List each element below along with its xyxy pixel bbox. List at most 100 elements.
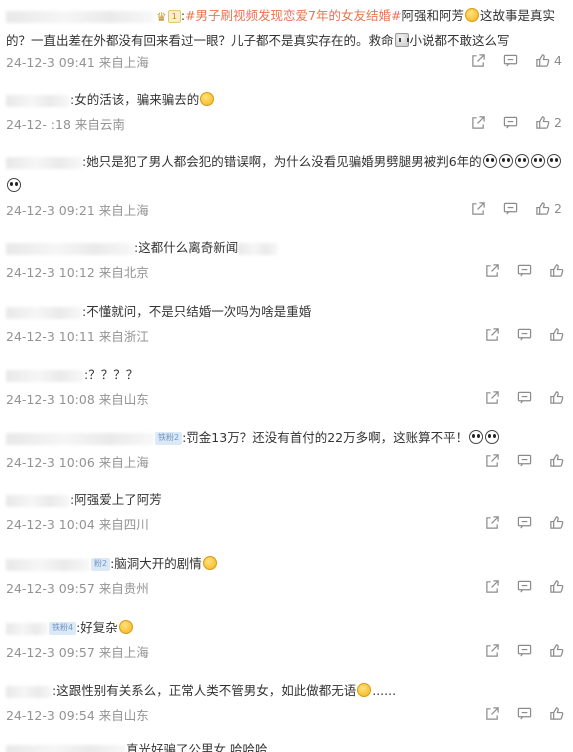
comment-text: 真光好骗了公里女 哈哈哈 — [0, 738, 573, 752]
comment-text: :她只是犯了男人都会犯的错误啊，为什么没看见骗婚男劈腿男被判6年的 — [0, 150, 573, 198]
comment-meta: 24-12- :18 来自云南 — [6, 117, 125, 132]
comment-actions: 2 — [470, 114, 562, 130]
username-blurred[interactable] — [6, 494, 70, 507]
like-icon[interactable] — [548, 642, 564, 658]
comment-item: ♛ 1:#男子刷视频发现恋爱7年的女友结婚#阿强和阿芳 这故事是真实的？一直出差在外… — [0, 0, 573, 70]
share-icon[interactable] — [484, 262, 500, 278]
username-blurred[interactable] — [6, 685, 52, 698]
comment-meta: 24-12-3 10:08 来自山东 — [6, 392, 149, 407]
share-icon[interactable] — [484, 578, 500, 594]
topic-link[interactable]: #男子刷视频发现恋爱7年的女友结婚# — [185, 8, 401, 23]
comment-icon[interactable] — [516, 578, 532, 594]
like-count: 4 — [554, 52, 562, 68]
like-icon[interactable] — [548, 452, 564, 468]
scared-emoji — [118, 620, 133, 634]
share-icon[interactable] — [470, 200, 486, 216]
like-icon[interactable] — [534, 200, 550, 216]
share-icon[interactable] — [484, 389, 500, 405]
share-icon[interactable] — [484, 326, 500, 342]
comment-icon[interactable] — [502, 200, 518, 216]
comment-meta: 24-12-3 10:12 来自北京 — [6, 265, 149, 280]
username-blurred[interactable] — [6, 622, 48, 635]
like-icon[interactable] — [534, 52, 550, 68]
comment-icon[interactable] — [516, 326, 532, 342]
comment-actions: 4 — [470, 52, 562, 68]
comment-item: :女的活该，骗来骗去的 24-12- :18 来自云南 2 — [0, 88, 573, 132]
comment-item: 粉2:脑洞大开的剧情 24-12-3 09:57 来自贵州 — [0, 552, 573, 596]
like-icon[interactable] — [548, 705, 564, 721]
comment-text: :女的活该，骗来骗去的 — [0, 88, 573, 112]
comment-text: :这跟性别有关系么，正常人类不管男女，如此做都无语...... — [0, 679, 573, 703]
comment-text: :？？？？ — [0, 363, 573, 387]
comment-meta: 24-12-3 09:57 来自贵州 — [6, 581, 149, 596]
emoji-icon — [485, 430, 500, 444]
crying-emoji — [530, 154, 545, 168]
comment-item: :？？？？ 24-12-3 10:08 来自山东 — [0, 363, 573, 407]
comment-item: :阿强爱上了阿芳 24-12-3 10:04 来自四川 — [0, 488, 573, 532]
share-icon[interactable] — [484, 514, 500, 530]
speechless-emoji — [357, 683, 372, 697]
fan-badge: 粉2 — [91, 558, 111, 571]
comment-text: 铁粉4:好复杂 — [0, 616, 573, 640]
fan-badge: 1 — [167, 10, 181, 23]
comment-text: :这都什么离奇新闻 — [0, 236, 573, 260]
username-blurred[interactable] — [6, 156, 82, 169]
comment-actions — [484, 452, 564, 468]
username-blurred[interactable] — [6, 369, 84, 382]
comment-actions — [484, 326, 564, 342]
like-icon[interactable] — [548, 326, 564, 342]
comment-text: :不懂就问，不是只结婚一次吗为啥是重婚 — [0, 300, 573, 324]
comment-meta: 24-12-3 09:41 来自上海 — [6, 55, 149, 70]
comment-icon[interactable] — [502, 114, 518, 130]
crying-emoji — [546, 154, 561, 168]
like-icon[interactable] — [548, 514, 564, 530]
like-count: 2 — [554, 114, 562, 130]
comment-meta: 24-12-3 09:54 来自山东 — [6, 708, 149, 723]
username-blurred[interactable] — [6, 744, 126, 752]
comment-actions: 2 — [470, 200, 562, 216]
share-icon[interactable] — [484, 705, 500, 721]
comment-meta: 24-12-3 10:04 来自四川 — [6, 517, 149, 532]
comment-icon[interactable] — [516, 452, 532, 468]
shocked-emoji — [202, 556, 217, 570]
share-icon[interactable] — [470, 52, 486, 68]
comment-item: :她只是犯了男人都会犯的错误啊，为什么没看见骗婚男劈腿男被判6年的 24-12-… — [0, 150, 573, 218]
username-blurred[interactable] — [6, 432, 154, 445]
comment-icon[interactable] — [502, 52, 518, 68]
crown-icon: ♛ — [156, 9, 167, 24]
comment-item-partial: 真光好骗了公里女 哈哈哈 — [0, 736, 573, 752]
blurred-text — [238, 242, 279, 255]
username-blurred[interactable] — [6, 94, 70, 107]
share-icon[interactable] — [484, 642, 500, 658]
emoji-icon — [469, 430, 484, 444]
fan-badge: 铁粉4 — [49, 622, 77, 635]
crying-emoji — [498, 154, 513, 168]
comment-item: :不懂就问，不是只结婚一次吗为啥是重婚 24-12-3 10:11 来自浙江 — [0, 300, 573, 344]
comment-icon[interactable] — [516, 642, 532, 658]
username-blurred[interactable] — [6, 242, 134, 255]
like-icon[interactable] — [548, 389, 564, 405]
comment-text: ♛ 1:#男子刷视频发现恋爱7年的女友结婚#阿强和阿芳 这故事是真实的？一直出差在外… — [0, 0, 573, 53]
share-icon[interactable] — [484, 452, 500, 468]
share-icon[interactable] — [470, 114, 486, 130]
comment-meta: 24-12-3 10:11 来自浙江 — [6, 329, 149, 344]
comment-actions — [484, 642, 564, 658]
username-blurred[interactable] — [6, 306, 82, 319]
laugh-emoji — [465, 8, 479, 22]
like-icon[interactable] — [548, 262, 564, 278]
username-blurred[interactable] — [6, 558, 90, 571]
comment-item: 铁粉4:好复杂 24-12-3 09:57 来自上海 — [0, 616, 573, 660]
like-icon[interactable] — [548, 578, 564, 594]
comment-meta: 24-12-3 09:21 来自上海 — [6, 203, 149, 218]
comment-actions — [484, 389, 564, 405]
comment-icon[interactable] — [516, 514, 532, 530]
comment-icon[interactable] — [516, 389, 532, 405]
comment-meta: 24-12-3 09:57 来自上海 — [6, 645, 149, 660]
comment-icon[interactable] — [516, 705, 532, 721]
fan-badge: 铁粉2 — [155, 432, 183, 445]
comment-text: 铁粉2:罚金13万？还没有首付的22万多啊，这账算不平！ — [0, 426, 573, 450]
comment-text: 粉2:脑洞大开的剧情 — [0, 552, 573, 576]
username-blurred[interactable] — [6, 10, 154, 23]
like-icon[interactable] — [534, 114, 550, 130]
comment-icon[interactable] — [516, 262, 532, 278]
